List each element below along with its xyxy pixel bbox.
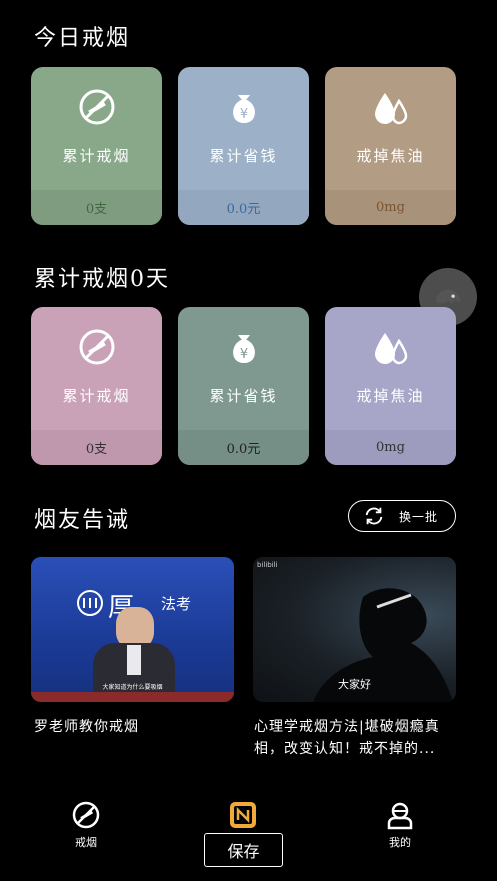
refresh-label: 换一批 [399, 509, 439, 524]
card-value: 0mg [325, 430, 456, 465]
card-label: 戒掉焦油 [356, 387, 425, 405]
video-title-2[interactable]: 心理学戒烟方法|堪破烟瘾真相，改变认知！戒不掉的... [254, 716, 464, 760]
card-label: 累计戒烟 [62, 147, 131, 165]
money-bag-icon: ¥ [232, 335, 255, 363]
today-cards: 累计戒烟 0支 ¥ 累计省钱 0.0元 戒掉焦油 0mg [31, 67, 456, 225]
speaker-shirt [127, 645, 141, 675]
logo-icon [77, 590, 103, 616]
cumulative-card-money[interactable]: ¥ 累计省钱 0.0元 [178, 307, 309, 465]
tab-quit-smoking[interactable]: 戒烟 [56, 800, 116, 850]
save-button[interactable]: 保存 [204, 833, 283, 867]
today-card-money[interactable]: ¥ 累计省钱 0.0元 [178, 67, 309, 225]
banner-text: 法考 [161, 595, 192, 613]
card-label: 累计省钱 [209, 147, 278, 165]
no-smoking-icon [79, 329, 114, 365]
cumulative-card-tar[interactable]: 戒掉焦油 0mg [325, 307, 456, 465]
note-icon [230, 802, 256, 828]
refresh-icon [365, 507, 383, 525]
today-card-tar[interactable]: 戒掉焦油 0mg [325, 67, 456, 225]
card-value: 0支 [31, 430, 162, 465]
card-label: 戒掉焦油 [356, 147, 425, 165]
svg-text:¥: ¥ [239, 107, 247, 122]
water-drops-icon [374, 333, 407, 365]
tab-label: 戒烟 [75, 836, 97, 849]
money-bag-icon: ¥ [232, 95, 255, 123]
tab-label: 我的 [389, 836, 411, 849]
video-caption: 大家好 [338, 678, 371, 691]
today-card-cigarettes[interactable]: 累计戒烟 0支 [31, 67, 162, 225]
user-icon [387, 802, 413, 830]
card-value: 0.0元 [178, 430, 309, 465]
card-value: 0mg [325, 190, 456, 225]
video-title-1[interactable]: 罗老师教你戒烟 [34, 716, 234, 738]
cumulative-title: 累计戒烟0天 [34, 267, 170, 292]
card-value: 0支 [31, 190, 162, 225]
card-value: 0.0元 [178, 190, 309, 225]
desk-strip [31, 692, 234, 702]
svg-text:¥: ¥ [239, 347, 247, 362]
card-label: 累计戒烟 [62, 387, 131, 405]
refresh-batch-button[interactable]: 换一批 [348, 500, 456, 532]
no-smoking-icon [79, 89, 114, 125]
cumulative-cards: 累计戒烟 0支 ¥ 累计省钱 0.0元 戒掉焦油 0mg [31, 307, 456, 465]
video-thumbnail-2[interactable]: bilibili 大家好 [253, 557, 456, 702]
tab-profile[interactable]: 我的 [370, 800, 430, 850]
video-thumbnail-1[interactable]: 厚 法考 大家知道为什么要吸烟 [31, 557, 234, 702]
water-drops-icon [374, 93, 407, 125]
card-label: 累计省钱 [209, 387, 278, 405]
no-smoking-icon [72, 801, 100, 829]
advice-title: 烟友告诫 [34, 508, 131, 533]
today-title: 今日戒烟 [34, 26, 131, 51]
watermark: bilibili [257, 561, 278, 569]
cumulative-card-cigarettes[interactable]: 累计戒烟 0支 [31, 307, 162, 465]
video-caption: 大家知道为什么要吸烟 [102, 684, 163, 691]
